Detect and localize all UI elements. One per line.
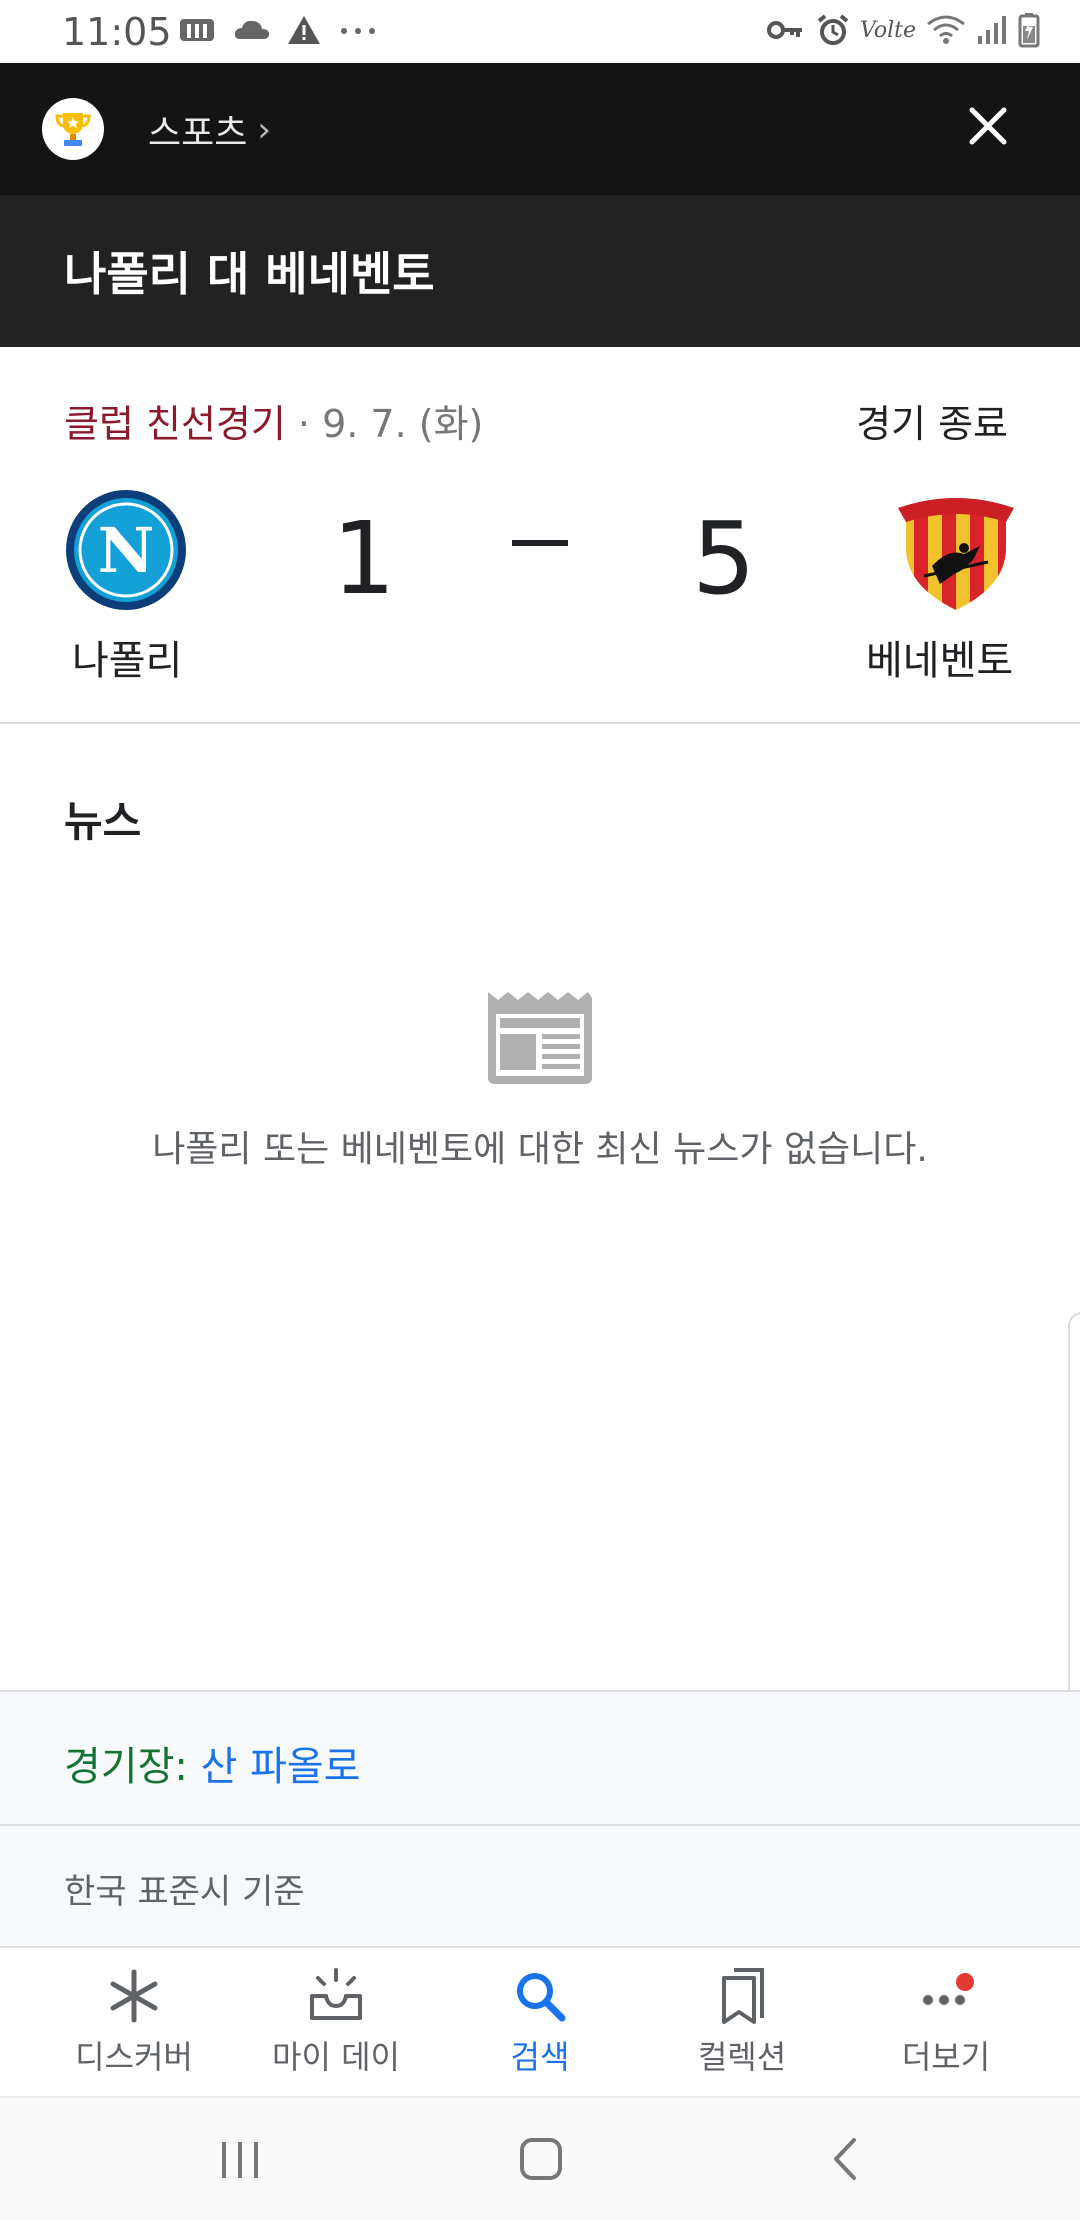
away-team-name[interactable]: 베네벤토: [866, 628, 1013, 686]
napoli-logo[interactable]: N: [64, 488, 188, 612]
away-score: 5: [692, 500, 756, 617]
timezone-note: 한국 표준시 기준: [64, 1872, 305, 1912]
sunrise-icon: [310, 1968, 362, 2020]
signal-icon: [978, 16, 1006, 44]
scroll-handle[interactable]: [1068, 1312, 1080, 1742]
newspaper-icon: [488, 992, 592, 1084]
venue-link[interactable]: 산 파올로: [188, 1744, 361, 1790]
sports-avatar[interactable]: [42, 98, 104, 160]
nav-discover[interactable]: 디스커버: [34, 1966, 234, 2086]
asterisk-icon: [110, 1969, 158, 2023]
volte-icon: Volte: [859, 17, 916, 43]
trophy-icon: [55, 113, 91, 146]
home-team-name[interactable]: 나폴리: [72, 628, 182, 686]
nav-my-day[interactable]: 마이 데이: [236, 1966, 436, 2086]
nav-collections-label: 컬렉션: [697, 2038, 787, 2076]
napoli-logo-letter: N: [98, 514, 155, 587]
sports-link[interactable]: 스포츠 ›: [148, 104, 271, 156]
home-icon[interactable]: [518, 2136, 564, 2182]
score-separator: [512, 540, 568, 546]
status-time: 11:05: [62, 10, 172, 54]
league-name[interactable]: 클럽 친선경기: [64, 402, 286, 446]
nav-collections[interactable]: 컬렉션: [642, 1966, 842, 2086]
cloud-icon: [234, 20, 269, 39]
status-right-icons: Volte: [766, 12, 1040, 48]
venue-line[interactable]: 경기장: 산 파올로: [64, 1734, 361, 1792]
venue-label: 경기장:: [64, 1744, 188, 1790]
nav-search-label: 검색: [510, 2038, 570, 2076]
sports-link-label: 스포츠: [148, 113, 248, 154]
nav-more-label: 더보기: [901, 2038, 991, 2076]
status-left-icons: [178, 14, 380, 46]
search-icon: [517, 1973, 566, 2022]
section-divider: [0, 722, 1080, 724]
warning-icon: [288, 16, 320, 44]
m-icon: [180, 19, 214, 41]
home-score: 1: [332, 500, 396, 617]
close-icon[interactable]: [962, 100, 1014, 152]
collections-icon: [722, 1968, 764, 2024]
recent-apps-icon[interactable]: [216, 2138, 264, 2182]
match-date: · 9. 7. (화): [285, 402, 484, 446]
news-section-title: 뉴스: [64, 797, 142, 846]
match-title: 나폴리 대 베네벤토: [64, 247, 435, 301]
chevron-right-icon: ›: [257, 110, 271, 150]
more-dots-icon: [341, 28, 375, 34]
more-icon: [923, 1973, 974, 2005]
notification-dot: [956, 1973, 974, 1991]
nav-discover-label: 디스커버: [75, 2038, 193, 2076]
nav-more[interactable]: 더보기: [846, 1966, 1046, 2086]
vpn-key-icon: [766, 21, 802, 39]
match-status: 경기 종료: [856, 402, 1008, 446]
wifi-icon: [927, 15, 965, 44]
news-empty-message: 나폴리 또는 베네벤토에 대한 최신 뉴스가 없습니다.: [152, 1129, 928, 1170]
alarm-icon: [817, 14, 849, 45]
status-bar: 11:05 Volte: [0, 0, 1080, 63]
battery-icon: [1018, 13, 1040, 48]
league-date-line[interactable]: 클럽 친선경기 · 9. 7. (화): [64, 393, 483, 448]
nav-search[interactable]: 검색: [440, 1966, 640, 2086]
nav-my-day-label: 마이 데이: [272, 2038, 400, 2076]
back-icon[interactable]: [826, 2136, 862, 2182]
benevento-logo[interactable]: [894, 488, 1018, 612]
